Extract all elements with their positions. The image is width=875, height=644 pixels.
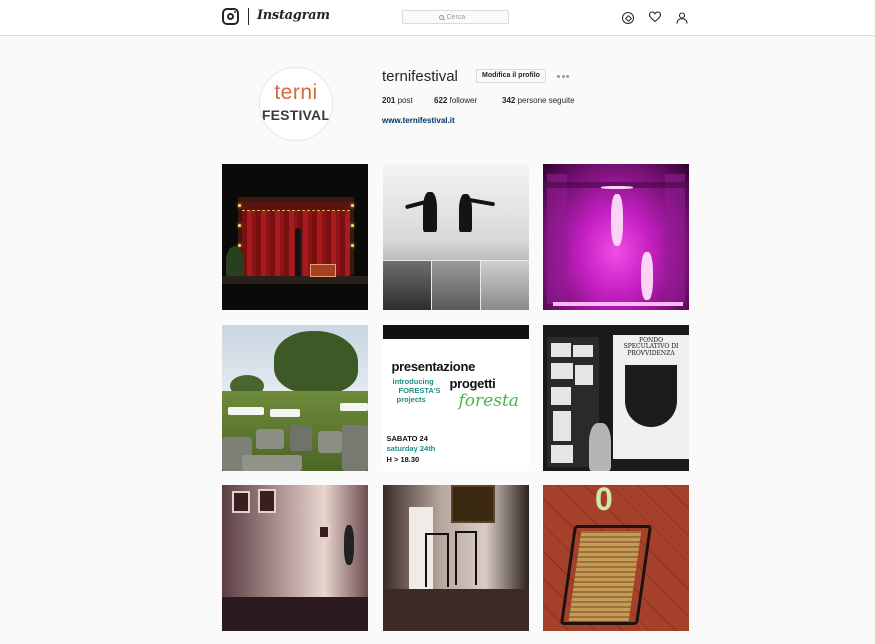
heart-icon[interactable] xyxy=(649,11,661,23)
top-nav: Instagram xyxy=(0,0,875,36)
search-box[interactable] xyxy=(402,10,509,24)
profile-stats: 201 post 622 follower 342 persone seguit… xyxy=(382,96,591,105)
posts-count: 201 post xyxy=(382,96,413,105)
chair-number-label: 0 xyxy=(595,485,613,517)
followers-count[interactable]: 622 follower xyxy=(434,96,486,105)
post-dance-rehearsal[interactable] xyxy=(382,164,529,310)
search-icon xyxy=(438,14,444,20)
following-count[interactable]: 342 persone seguite xyxy=(502,96,575,105)
post-park-lounge[interactable] xyxy=(222,324,368,471)
compass-icon[interactable] xyxy=(622,12,634,24)
posts-grid: presentazione introducing progetti FORES… xyxy=(222,164,689,631)
post-magenta-performance[interactable] xyxy=(543,164,689,310)
post-museum-chairs[interactable] xyxy=(382,485,529,631)
poster-title-word2: progetti xyxy=(449,375,496,391)
avatar-logo-terni: terni xyxy=(274,81,318,104)
search-input[interactable] xyxy=(446,13,473,21)
sign-text: FONDO SPECULATIVO DI PROVVIDENZA xyxy=(623,336,679,357)
instagram-wordmark[interactable]: Instagram xyxy=(257,8,330,23)
avatar-logo-festival: FESTIVAL xyxy=(261,107,331,123)
poster-foresta-script: foresta xyxy=(458,390,519,411)
more-options-icon[interactable] xyxy=(557,75,569,78)
edit-profile-button[interactable]: Modifica il profilo xyxy=(476,69,546,83)
post-noticeboard-sign[interactable]: FONDO SPECULATIVO DI PROVVIDENZA xyxy=(543,324,689,471)
poster-title: presentazione xyxy=(391,358,476,374)
logo-divider xyxy=(248,8,249,25)
user-icon[interactable] xyxy=(676,12,688,24)
avatar[interactable]: terni FESTIVAL xyxy=(259,67,333,141)
profile-website-link[interactable]: www.ternifestival.it xyxy=(382,116,455,125)
post-gallery-room[interactable] xyxy=(222,485,368,631)
post-event-poster[interactable]: presentazione introducing progetti FORES… xyxy=(382,324,529,471)
post-theatre-stage[interactable] xyxy=(222,164,368,310)
profile-username: ternifestival xyxy=(382,68,458,85)
instagram-glyph-icon[interactable] xyxy=(222,8,239,25)
post-straw-chair[interactable]: 0 xyxy=(543,485,689,631)
